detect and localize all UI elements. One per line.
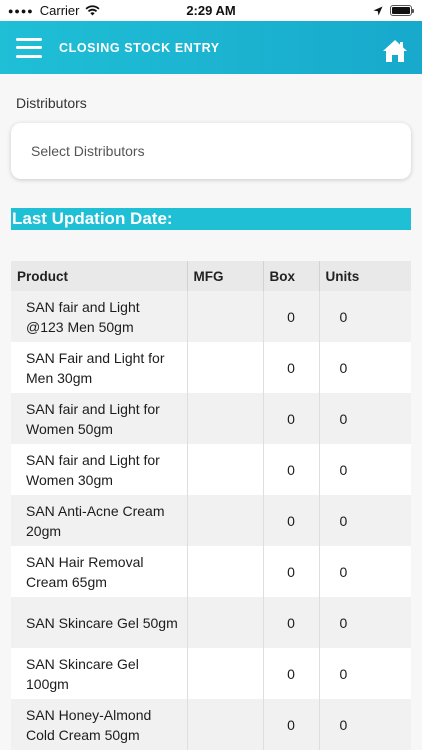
box-cell[interactable]: 0 (263, 597, 320, 648)
column-header-product: Product (11, 261, 188, 291)
mfg-cell[interactable] (187, 546, 264, 597)
units-cell[interactable]: 0 (319, 444, 411, 495)
wifi-icon (85, 5, 100, 16)
mfg-cell[interactable] (187, 444, 264, 495)
status-right (373, 5, 414, 16)
location-arrow-icon (373, 6, 383, 15)
table-row[interactable]: SAN Honey-Almond Cold Cream 50gm 0 0 (11, 699, 411, 750)
box-cell[interactable]: 0 (263, 648, 320, 699)
product-cell: SAN Fair and Light for Men 30gm (11, 342, 188, 393)
product-cell: SAN Skincare Gel 100gm (11, 648, 188, 699)
table-row[interactable]: SAN Skincare Gel 50gm 0 0 (11, 597, 411, 648)
product-cell: SAN Anti-Acne Cream 20gm (11, 495, 188, 546)
column-header-mfg: MFG (187, 261, 264, 291)
units-cell[interactable]: 0 (319, 393, 411, 444)
units-cell[interactable]: 0 (319, 597, 411, 648)
hamburger-menu-icon[interactable] (16, 37, 42, 58)
table-row[interactable]: SAN fair and Light for Women 30gm 0 0 (11, 444, 411, 495)
mfg-cell[interactable] (187, 291, 264, 342)
table-row[interactable]: SAN Fair and Light for Men 30gm 0 0 (11, 342, 411, 393)
page-title: CLOSING STOCK ENTRY (59, 40, 220, 55)
distributor-select[interactable]: Select Distributors (11, 123, 411, 179)
product-cell: SAN Hair Removal Cream 65gm (11, 546, 188, 597)
last-updation-date-bar: Last Updation Date: (11, 208, 411, 230)
app-header: CLOSING STOCK ENTRY (0, 21, 422, 74)
mfg-cell[interactable] (187, 648, 264, 699)
table-header-row: Product MFG Box Units (11, 261, 411, 291)
mfg-cell[interactable] (187, 495, 264, 546)
units-cell[interactable]: 0 (319, 699, 411, 750)
box-cell[interactable]: 0 (263, 291, 320, 342)
mfg-cell[interactable] (187, 393, 264, 444)
mfg-cell[interactable] (187, 342, 264, 393)
battery-fill (392, 7, 410, 14)
box-cell[interactable]: 0 (263, 393, 320, 444)
product-cell: SAN fair and Light for Women 30gm (11, 444, 188, 495)
table-row[interactable]: SAN fair and Light @123 Men 50gm 0 0 (11, 291, 411, 342)
table-row[interactable]: SAN fair and Light for Women 50gm 0 0 (11, 393, 411, 444)
units-cell[interactable]: 0 (319, 291, 411, 342)
carrier-label: Carrier (39, 3, 80, 18)
box-cell[interactable]: 0 (263, 546, 320, 597)
distributors-label: Distributors (16, 95, 87, 111)
table-row[interactable]: SAN Skincare Gel 100gm 0 0 (11, 648, 411, 699)
last-updation-label: Last Updation Date: (12, 209, 173, 228)
product-cell: SAN fair and Light @123 Men 50gm (11, 291, 188, 342)
signal-dots-icon: ●●●● (8, 5, 34, 16)
mfg-cell[interactable] (187, 699, 264, 750)
box-cell[interactable]: 0 (263, 342, 320, 393)
stock-table: Product MFG Box Units SAN fair and Light… (11, 261, 411, 750)
product-cell: SAN Honey-Almond Cold Cream 50gm (11, 699, 188, 750)
table-row[interactable]: SAN Anti-Acne Cream 20gm 0 0 (11, 495, 411, 546)
status-bar: ●●●● Carrier 2:29 AM (0, 0, 422, 21)
box-cell[interactable]: 0 (263, 699, 320, 750)
mfg-cell[interactable] (187, 597, 264, 648)
units-cell[interactable]: 0 (319, 495, 411, 546)
table-row[interactable]: SAN Hair Removal Cream 65gm 0 0 (11, 546, 411, 597)
status-left: ●●●● Carrier (8, 3, 100, 18)
units-cell[interactable]: 0 (319, 342, 411, 393)
product-cell: SAN Skincare Gel 50gm (11, 597, 188, 648)
home-icon[interactable] (382, 39, 408, 63)
units-cell[interactable]: 0 (319, 546, 411, 597)
units-cell[interactable]: 0 (319, 648, 411, 699)
battery-icon (390, 5, 414, 16)
box-cell[interactable]: 0 (263, 495, 320, 546)
distributor-select-placeholder: Select Distributors (31, 143, 145, 159)
column-header-box: Box (263, 261, 320, 291)
column-header-units: Units (319, 261, 411, 291)
product-cell: SAN fair and Light for Women 50gm (11, 393, 188, 444)
box-cell[interactable]: 0 (263, 444, 320, 495)
